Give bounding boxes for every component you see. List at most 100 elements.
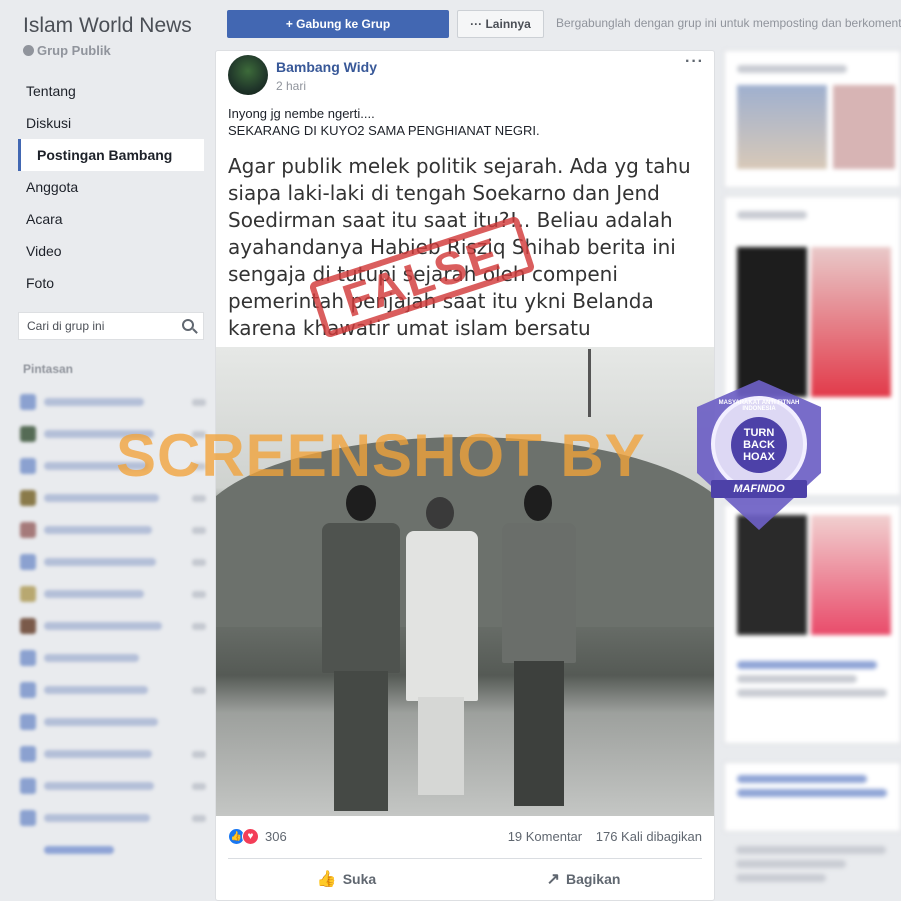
share-arrow-icon: ↗ (546, 871, 560, 888)
reaction-count: 306 (265, 828, 287, 844)
figure-head (346, 485, 376, 521)
right-card-image (833, 85, 895, 169)
shortcut-item[interactable] (20, 802, 206, 834)
nav-item-diskusi[interactable]: Diskusi (18, 107, 204, 139)
shortcut-count-blurred (192, 686, 206, 694)
shortcut-item[interactable] (20, 770, 206, 802)
search-icon[interactable] (182, 319, 194, 331)
nav-item-foto[interactable]: Foto (18, 267, 204, 299)
shortcuts-title: Pintasan (23, 362, 74, 376)
figure-legs (334, 671, 388, 811)
group-icon (20, 682, 36, 698)
join-hint: Bergabunglah dengan grup ini untuk mempo… (556, 16, 901, 30)
shortcut-item[interactable] (20, 706, 206, 738)
shortcut-label-blurred (44, 654, 139, 662)
group-type-label: Grup Publik (37, 43, 111, 58)
shortcuts-see-more[interactable] (20, 834, 206, 866)
nav-item-acara[interactable]: Acara (18, 203, 204, 235)
right-card-text-blurred (725, 655, 901, 703)
shortcut-item[interactable] (20, 674, 206, 706)
thumbs-up-icon: 👍 (316, 871, 337, 888)
reactions[interactable]: 👍 ♥ 306 (228, 827, 287, 845)
group-search (18, 312, 204, 340)
shortcut-count-blurred (192, 526, 206, 534)
shortcut-count-blurred (192, 494, 206, 502)
caption-line: Soedirman saat itu saat itu?!.. Beliau a… (228, 208, 673, 232)
shortcut-label-blurred (44, 590, 144, 598)
figure-head (524, 485, 552, 521)
love-reaction-icon: ♥ (242, 827, 259, 845)
screenshot-watermark: SCREENSHOT BY (116, 422, 646, 489)
group-name[interactable]: Islam World News (23, 14, 192, 38)
right-card-image (811, 247, 891, 397)
shortcut-label-blurred (44, 750, 152, 758)
figure-legs (514, 661, 564, 806)
join-group-button[interactable]: + Gabung ke Grup (227, 10, 449, 38)
post-actions: 👍 Suka ↗ Bagikan (228, 863, 702, 895)
group-type: Grup Publik (23, 43, 111, 58)
shortcut-label-blurred (44, 398, 144, 406)
right-card (724, 504, 901, 744)
figure-body (322, 523, 400, 673)
group-icon (20, 554, 36, 570)
figure-head (426, 497, 454, 529)
nav-item-postingan-bambang[interactable]: Postingan Bambang (18, 139, 204, 171)
figure-body (406, 531, 478, 701)
shortcut-count-blurred (192, 558, 206, 566)
group-icon (20, 394, 36, 410)
footer-links-blurred (724, 840, 901, 888)
shortcut-label-blurred (44, 718, 158, 726)
shortcut-count-blurred (192, 750, 206, 758)
group-icon (20, 778, 36, 794)
group-icon (20, 586, 36, 602)
post-author[interactable]: Bambang Widy (276, 59, 377, 75)
group-icon (20, 426, 36, 442)
shortcut-label-blurred (44, 686, 148, 694)
shortcut-item[interactable] (20, 738, 206, 770)
caption-line: siapa laki-laki di tengah Soekarno dan J… (228, 181, 660, 205)
shortcut-item[interactable] (20, 386, 206, 418)
shortcut-item[interactable] (20, 610, 206, 642)
share-button[interactable]: ↗ Bagikan (465, 863, 702, 895)
right-card-image (737, 85, 827, 169)
group-nav: Tentang Diskusi Postingan Bambang Anggot… (18, 75, 204, 299)
avatar[interactable] (228, 55, 268, 95)
globe-icon (23, 45, 34, 56)
like-button[interactable]: 👍 Suka (228, 863, 465, 895)
right-card-image (737, 247, 807, 397)
shortcut-count-blurred (192, 622, 206, 630)
shortcut-count-blurred (192, 814, 206, 822)
right-card-title-blurred (737, 65, 847, 73)
photo-pole (588, 349, 591, 417)
figure-legs (418, 697, 464, 795)
shortcut-item[interactable] (20, 578, 206, 610)
nav-item-video[interactable]: Video (18, 235, 204, 267)
nav-item-tentang[interactable]: Tentang (18, 75, 204, 107)
group-icon (20, 618, 36, 634)
more-button[interactable]: ··· Lainnya (457, 10, 544, 38)
group-icon (20, 810, 36, 826)
shortcut-label-blurred (44, 814, 150, 822)
share-count[interactable]: 176 Kali dibagikan (596, 829, 702, 844)
figure-middle (400, 497, 484, 807)
nav-item-anggota[interactable]: Anggota (18, 171, 204, 203)
divider (228, 858, 702, 859)
figure-left (316, 485, 406, 815)
shortcut-item[interactable] (20, 514, 206, 546)
right-card-image (811, 515, 891, 635)
shortcut-item[interactable] (20, 642, 206, 674)
right-card-image (737, 515, 807, 635)
group-icon (20, 522, 36, 538)
shortcut-label-blurred (44, 622, 162, 630)
shortcut-item[interactable] (20, 546, 206, 578)
shortcut-label-blurred (44, 558, 156, 566)
post-stats: 19 Komentar 176 Kali dibagikan (508, 829, 702, 844)
post-options-icon[interactable]: ··· (685, 53, 704, 71)
post-time[interactable]: 2 hari (276, 79, 306, 93)
right-card-title-blurred (737, 211, 807, 219)
group-search-input[interactable] (19, 313, 169, 339)
comment-count[interactable]: 19 Komentar (508, 829, 582, 844)
share-label: Bagikan (565, 871, 621, 887)
badge-ribbon: MAFINDO (711, 480, 807, 498)
caption-line: Agar publik melek politik sejarah. Ada y… (228, 154, 691, 178)
